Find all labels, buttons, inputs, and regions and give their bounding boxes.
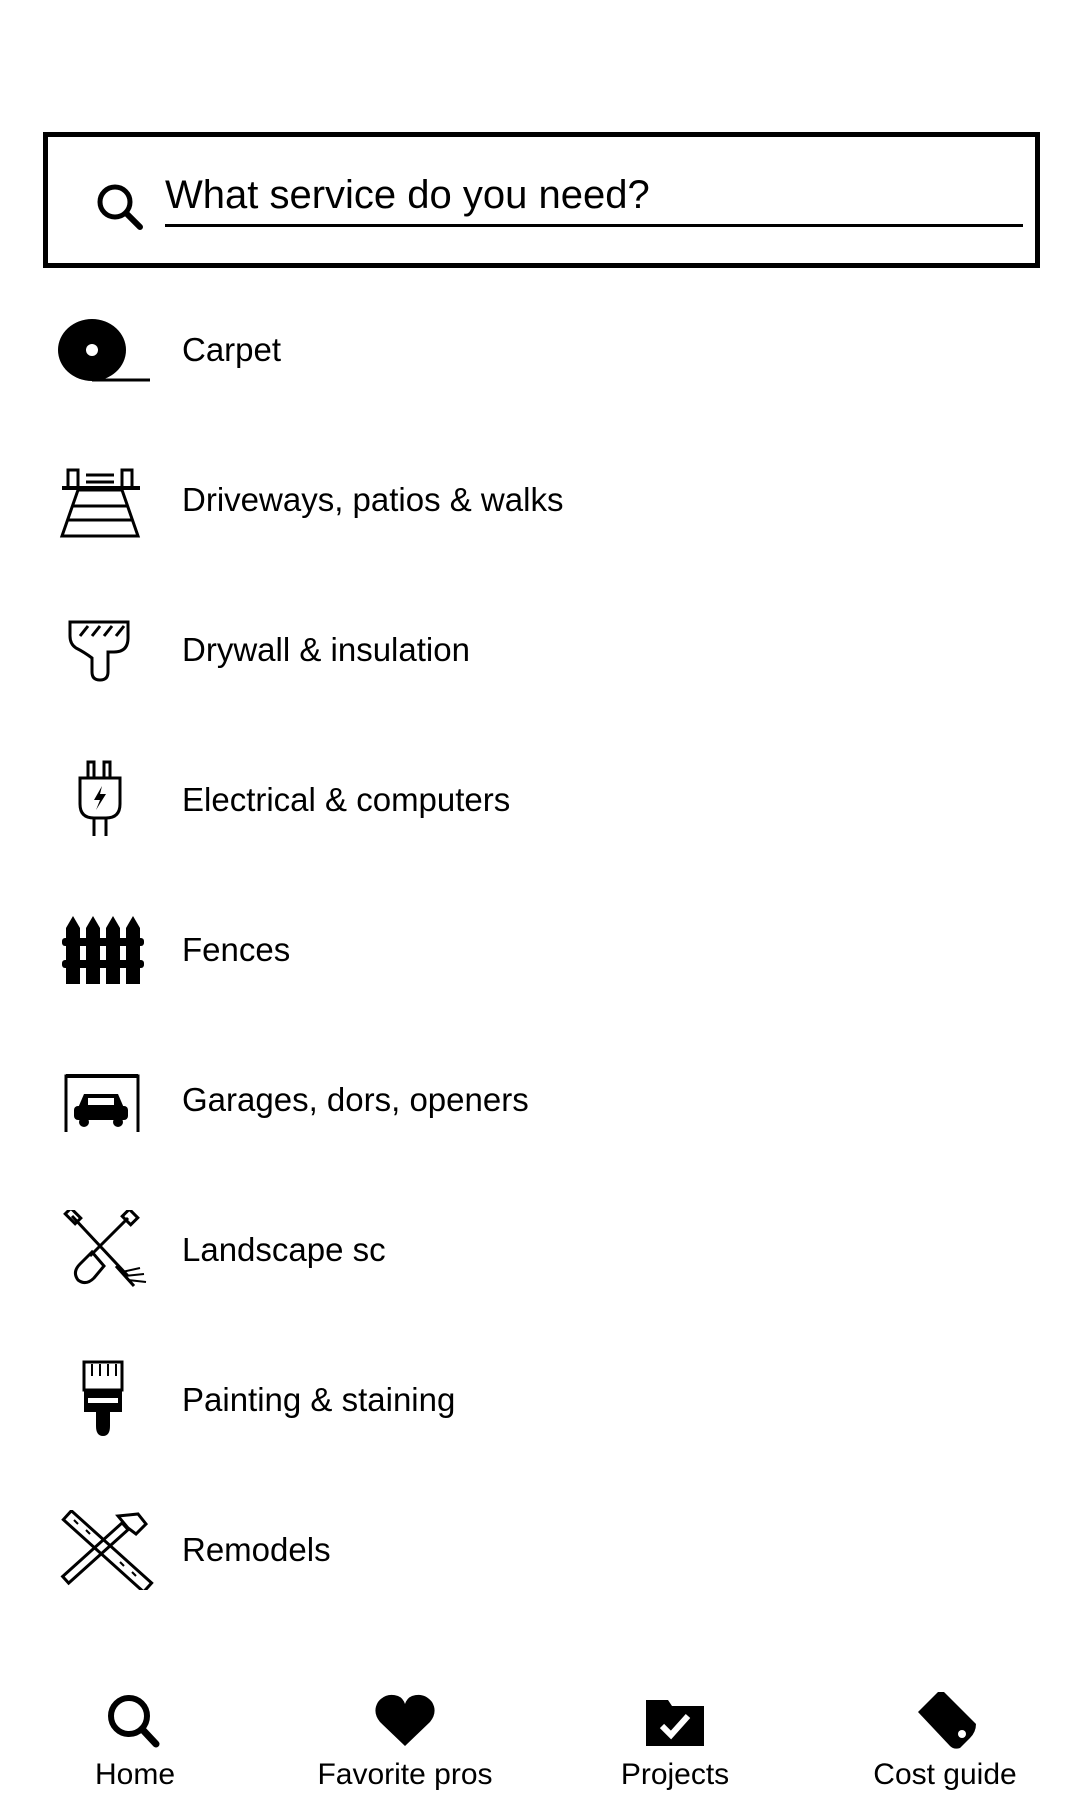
bottom-tab-bar: Home Favorite pros Projects Cost guide (0, 1680, 1080, 1800)
search-icon (97, 184, 143, 230)
service-item-garages[interactable]: Garages, dors, openers (0, 1025, 1080, 1175)
tab-label: Favorite pros (317, 1758, 493, 1791)
service-label: Landscape sc (182, 1231, 386, 1268)
garage-icon (58, 1060, 154, 1140)
service-label: Remodels (182, 1531, 331, 1568)
drywall-icon (58, 610, 154, 690)
tab-cost-guide[interactable]: Cost guide (810, 1680, 1080, 1800)
search-bar[interactable] (43, 132, 1040, 268)
heart-icon (375, 1694, 435, 1746)
service-item-remodels[interactable]: Remodels (0, 1475, 1080, 1625)
tab-label: Home (94, 1758, 176, 1791)
service-label: Painting & staining (182, 1381, 456, 1418)
search-input[interactable] (165, 167, 1023, 227)
service-item-carpet[interactable]: Carpet (0, 275, 1080, 425)
carpet-roll-icon (58, 310, 154, 390)
tab-label: Projects (620, 1758, 730, 1791)
paintbrush-icon (58, 1360, 154, 1440)
service-label: Driveways, patios & walks (182, 481, 564, 518)
folder-check-icon (646, 1700, 704, 1746)
fence-icon (58, 910, 154, 990)
service-item-driveways[interactable]: Driveways, patios & walks (0, 425, 1080, 575)
tab-projects[interactable]: Projects (540, 1680, 810, 1800)
service-item-drywall[interactable]: Drywall & insulation (0, 575, 1080, 725)
plug-icon (58, 760, 154, 840)
service-label: Drywall & insulation (182, 631, 470, 668)
service-item-painting[interactable]: Painting & staining (0, 1325, 1080, 1475)
price-tag-icon (918, 1692, 976, 1749)
search-icon (108, 1695, 160, 1748)
shovel-rake-icon (58, 1210, 154, 1290)
tab-home[interactable]: Home (0, 1680, 270, 1800)
tab-favorite-pros[interactable]: Favorite pros (270, 1680, 540, 1800)
service-label: Fences (182, 931, 291, 968)
service-label: Garages, dors, openers (182, 1081, 529, 1118)
driveway-icon (58, 460, 154, 540)
hammer-ruler-icon (58, 1510, 154, 1590)
service-item-electrical[interactable]: Electrical & computers (0, 725, 1080, 875)
service-item-fences[interactable]: Fences (0, 875, 1080, 1025)
service-label: Electrical & computers (182, 781, 511, 818)
tab-label: Cost guide (873, 1758, 1017, 1791)
service-label: Carpet (182, 331, 282, 368)
service-list: Carpet Driveways, patios & walks Drywall… (0, 275, 1080, 1625)
service-item-landscape[interactable]: Landscape sc (0, 1175, 1080, 1325)
